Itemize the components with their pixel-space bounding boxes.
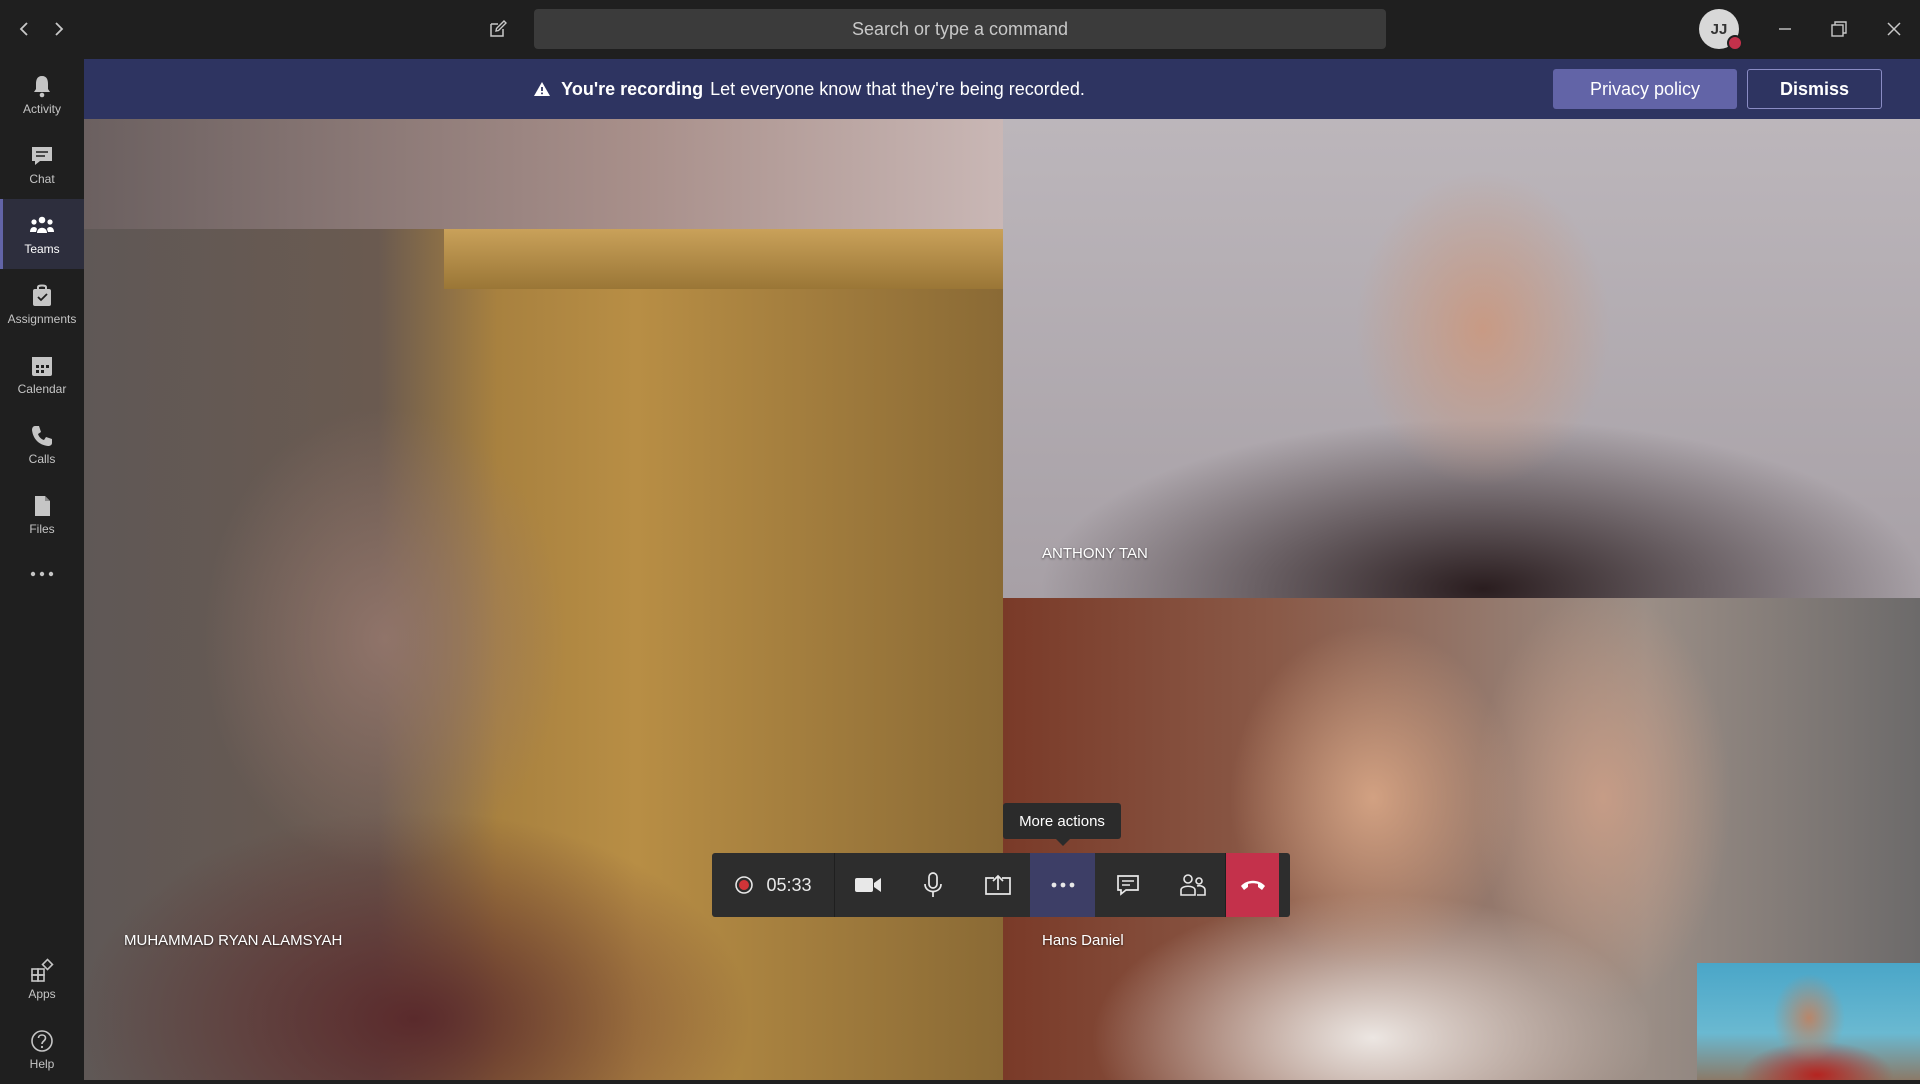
show-conversation-button[interactable]: [1095, 853, 1160, 917]
bell-icon: [34, 75, 50, 97]
dismiss-button[interactable]: Dismiss: [1747, 69, 1882, 109]
forward-button[interactable]: [44, 14, 74, 44]
teams-icon: [30, 216, 54, 233]
warning-icon: [534, 82, 551, 96]
rail-item-label: Help: [29, 1056, 55, 1071]
chat-icon: [32, 146, 52, 165]
minimize-button[interactable]: [1762, 10, 1808, 48]
calendar-icon: [32, 356, 52, 376]
call-controls-bar: 05:33: [712, 853, 1290, 917]
video-tile-anthony[interactable]: ANTHONY TAN: [1003, 119, 1920, 598]
restore-button[interactable]: [1816, 10, 1862, 48]
app-rail: Activity Chat Teams Assignments Calendar…: [0, 59, 84, 1080]
assignments-icon: [33, 284, 51, 306]
participant-name: ANTHONY TAN: [1042, 545, 1148, 562]
chevron-right-icon: [55, 22, 64, 36]
search-input[interactable]: [534, 9, 1386, 49]
back-button[interactable]: [9, 14, 39, 44]
call-timer: 05:33: [766, 874, 812, 895]
presence-badge: [1727, 35, 1743, 51]
more-icon: [1051, 882, 1074, 888]
rail-item-help[interactable]: Help: [0, 1014, 84, 1084]
self-view-video[interactable]: [1697, 963, 1920, 1080]
rail-item-assignments[interactable]: Assignments: [0, 269, 84, 339]
rail-item-label: Files: [29, 521, 55, 536]
video-feed: [84, 119, 1003, 229]
rail-item-teams[interactable]: Teams: [0, 199, 84, 269]
video-tile-muhammad[interactable]: MUHAMMAD RYAN ALAMSYAH: [84, 119, 1003, 1080]
recording-banner: You're recording Let everyone know that …: [84, 59, 1920, 119]
hang-up-button[interactable]: [1226, 853, 1279, 917]
video-camera-icon: [854, 878, 881, 892]
title-bar: JJ: [0, 0, 1920, 59]
recording-message: Let everyone know that they're being rec…: [710, 78, 1085, 99]
hang-up-icon: [1240, 880, 1265, 890]
help-icon: [31, 1029, 53, 1052]
share-screen-icon: [984, 874, 1011, 895]
recording-notice: You're recording Let everyone know that …: [84, 59, 1534, 119]
record-icon: [735, 876, 754, 894]
participants-icon: [1179, 874, 1206, 896]
rail-item-files[interactable]: Files: [0, 479, 84, 549]
close-button[interactable]: [1871, 10, 1917, 48]
rail-item-label: Chat: [29, 171, 55, 186]
rail-item-apps[interactable]: Apps: [0, 944, 84, 1014]
participant-name: MUHAMMAD RYAN ALAMSYAH: [124, 932, 343, 949]
compose-icon: [490, 20, 507, 37]
more-icon: [30, 571, 54, 577]
new-chat-button[interactable]: [480, 12, 516, 46]
more-actions-tooltip: More actions: [1003, 803, 1121, 846]
privacy-policy-button[interactable]: Privacy policy: [1553, 69, 1737, 109]
mic-toggle-button[interactable]: [900, 853, 965, 917]
file-icon: [35, 495, 50, 516]
more-apps-button[interactable]: [0, 549, 84, 599]
minimize-icon: [1779, 28, 1791, 30]
rail-item-label: Apps: [28, 986, 56, 1001]
rail-item-label: Activity: [22, 101, 61, 116]
rail-item-label: Teams: [24, 241, 60, 256]
share-screen-button[interactable]: [965, 853, 1030, 917]
rail-item-label: Calls: [28, 451, 56, 466]
chat-icon: [1116, 875, 1139, 896]
rail-item-activity[interactable]: Activity: [0, 59, 84, 129]
avatar-initials: JJ: [1710, 20, 1728, 38]
rail-item-label: Calendar: [17, 381, 67, 396]
phone-icon: [32, 425, 52, 446]
close-icon: [1887, 22, 1901, 36]
rail-item-label: Assignments: [7, 311, 77, 326]
recording-title: You're recording: [561, 78, 704, 99]
microphone-icon: [923, 872, 942, 897]
participant-name: Hans Daniel: [1042, 932, 1124, 949]
recording-indicator: 05:33: [712, 853, 835, 917]
more-actions-button[interactable]: [1030, 853, 1095, 917]
show-participants-button[interactable]: [1160, 853, 1226, 917]
avatar[interactable]: JJ: [1699, 9, 1743, 51]
chevron-left-icon: [19, 22, 28, 36]
camera-toggle-button[interactable]: [835, 853, 900, 917]
apps-icon: [31, 957, 54, 982]
rail-item-calls[interactable]: Calls: [0, 409, 84, 479]
video-feed-detail: [444, 229, 1003, 289]
rail-item-calendar[interactable]: Calendar: [0, 339, 84, 409]
restore-icon: [1831, 21, 1847, 37]
rail-item-chat[interactable]: Chat: [0, 129, 84, 199]
